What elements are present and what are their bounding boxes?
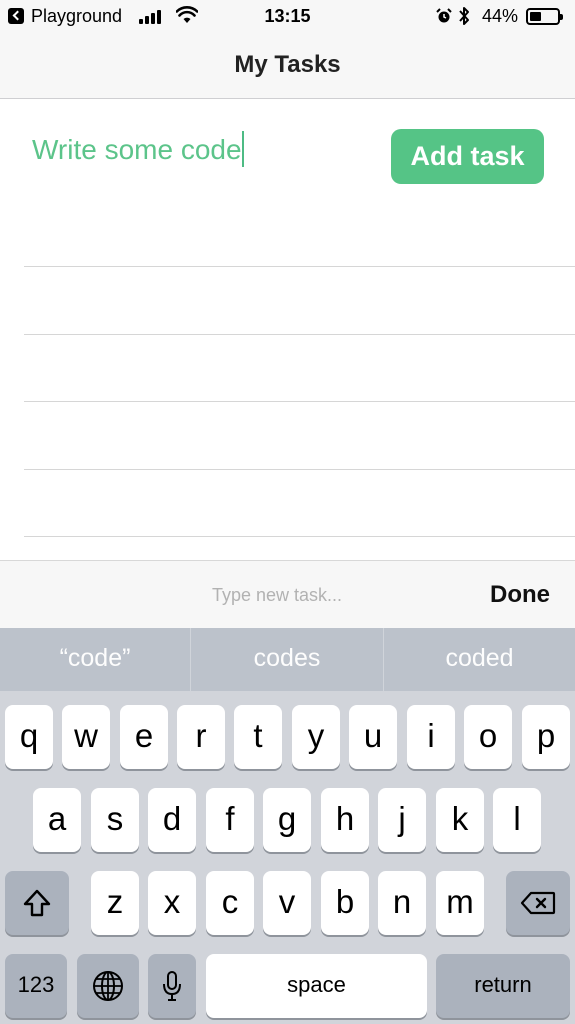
globe-icon [93,971,123,1001]
page-title: My Tasks [234,51,341,78]
text-caret [241,131,244,167]
key-z[interactable]: z [91,871,139,935]
key-i[interactable]: i [407,705,455,769]
suggestion-item[interactable]: codes [191,628,383,691]
key-c[interactable]: c [206,871,254,935]
key-v[interactable]: v [263,871,311,935]
suggestion-bar: “code” codes coded [0,628,575,691]
key-q[interactable]: q [5,705,53,769]
key-s[interactable]: s [91,788,139,852]
key-b[interactable]: b [321,871,369,935]
status-bar: Playground 13:15 44% [0,0,575,34]
key-m[interactable]: m [436,871,484,935]
key-l[interactable]: l [493,788,541,852]
key-y[interactable]: y [292,705,340,769]
backspace-key[interactable] [506,871,570,935]
suggestion-item[interactable]: coded [384,628,575,691]
keyboard: “code” codes coded q w e r t y u i o p a… [0,628,575,1024]
add-task-button[interactable]: Add task [391,129,544,184]
key-h[interactable]: h [321,788,369,852]
list-divider [24,469,575,470]
list-divider [24,334,575,335]
bluetooth-icon [459,7,469,25]
battery-icon [526,8,563,25]
alarm-icon [436,8,452,23]
key-t[interactable]: t [234,705,282,769]
space-key[interactable]: space [206,954,427,1018]
keyboard-accessory-bar: Type new task... Done [0,560,575,628]
key-f[interactable]: f [206,788,254,852]
list-divider [24,536,575,537]
backspace-icon [520,891,556,915]
suggestion-item[interactable]: “code” [0,628,190,691]
numbers-key[interactable]: 123 [5,954,67,1018]
key-p[interactable]: p [522,705,570,769]
shift-icon [23,889,51,917]
key-u[interactable]: u [349,705,397,769]
shift-key[interactable] [5,871,69,935]
done-button[interactable]: Done [490,581,550,609]
navigation-bar: My Tasks [0,34,575,99]
key-k[interactable]: k [436,788,484,852]
key-o[interactable]: o [464,705,512,769]
key-a[interactable]: a [33,788,81,852]
task-input-value: Write some code [32,134,242,165]
key-d[interactable]: d [148,788,196,852]
task-input[interactable]: Write some code [32,131,362,171]
battery-percent: 44% [482,6,519,26]
key-w[interactable]: w [62,705,110,769]
key-r[interactable]: r [177,705,225,769]
key-x[interactable]: x [148,871,196,935]
dictation-key[interactable] [148,954,196,1018]
list-divider [24,401,575,402]
globe-key[interactable] [77,954,139,1018]
key-g[interactable]: g [263,788,311,852]
key-e[interactable]: e [120,705,168,769]
accessory-input-placeholder[interactable]: Type new task... [212,585,342,606]
microphone-icon [163,971,181,1001]
key-n[interactable]: n [378,871,426,935]
list-divider [24,266,575,267]
return-key[interactable]: return [436,954,570,1018]
key-j[interactable]: j [378,788,426,852]
